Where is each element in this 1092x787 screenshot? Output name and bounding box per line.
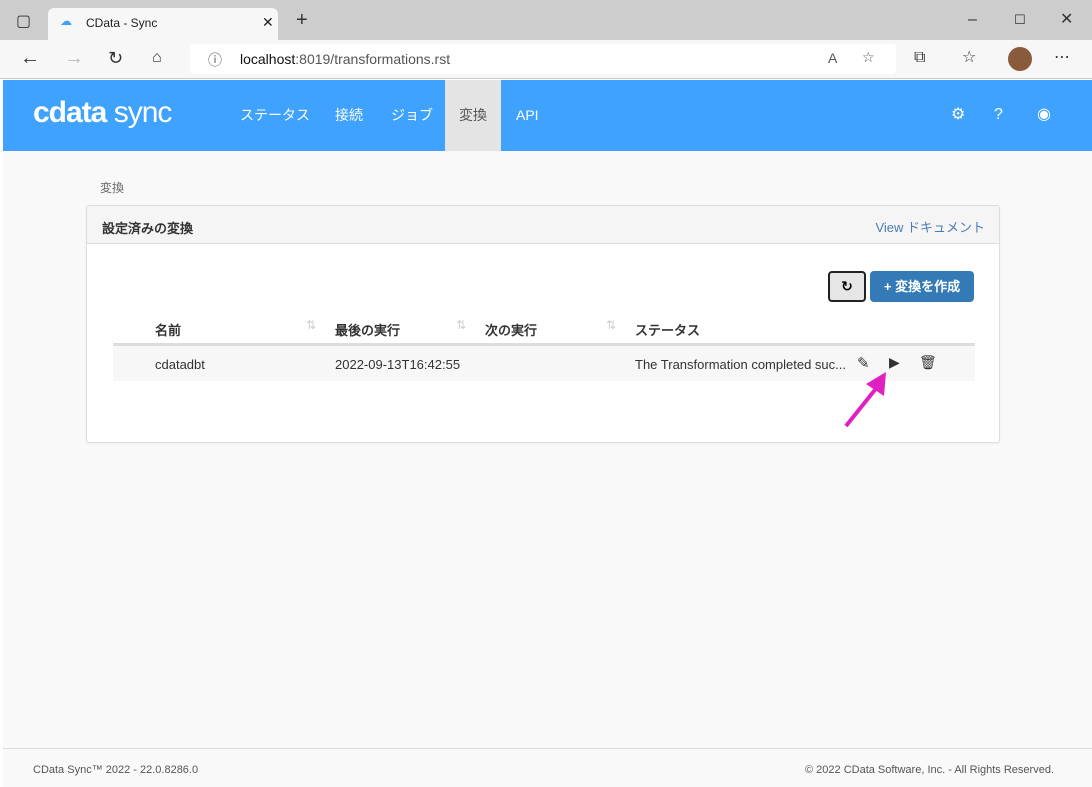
column-header-status[interactable]: ステータス <box>635 320 700 339</box>
profile-avatar[interactable] <box>1008 47 1032 71</box>
delete-trash-icon[interactable]: 🗑 <box>919 354 937 371</box>
cell-name: cdatadbt <box>155 357 205 372</box>
create-transformation-button[interactable]: + 変換を作成 <box>870 271 974 302</box>
refresh-button[interactable]: ↻ <box>828 271 866 302</box>
browser-tab-bar: ▢ ☁ CData - Sync ✕ + – ☐ ✕ <box>0 0 1092 40</box>
new-tab-icon[interactable]: + <box>296 10 308 30</box>
nav-jobs[interactable]: ジョブ <box>377 80 447 151</box>
cloud-favicon-icon: ☁ <box>60 14 72 28</box>
back-icon[interactable]: ← <box>20 48 40 68</box>
close-tab-icon[interactable]: ✕ <box>262 14 274 31</box>
nav-status[interactable]: ステータス <box>226 80 324 151</box>
more-menu-icon[interactable]: ⋯ <box>1054 48 1070 68</box>
cell-status: The Transformation completed suc... <box>635 357 845 372</box>
url-path: :8019/transformations.rst <box>295 51 451 67</box>
refresh-icon[interactable]: ↻ <box>108 48 123 68</box>
nav-api[interactable]: API <box>502 80 553 151</box>
help-icon[interactable]: ? <box>994 105 1003 125</box>
tab-actions-icon[interactable]: ▢ <box>16 12 31 32</box>
cell-last-run: 2022-09-13T16:42:55 <box>335 357 461 372</box>
favorites-icon[interactable]: ☆ <box>962 48 976 68</box>
column-header-name[interactable]: 名前 <box>155 320 181 339</box>
panel-header: 設定済みの変換 View ドキュメント <box>87 206 999 244</box>
tab-title: CData - Sync <box>86 16 158 30</box>
url-host: localhost <box>240 51 296 67</box>
cdata-sync-logo[interactable]: cdata sync <box>33 96 172 130</box>
footer-copyright: © 2022 CData Software, Inc. - All Rights… <box>805 764 1054 776</box>
column-header-next-run[interactable]: 次の実行 <box>485 320 537 339</box>
settings-gear-icon[interactable]: ⚙ <box>951 105 965 125</box>
read-aloud-icon[interactable]: A <box>828 50 837 66</box>
panel-title: 設定済みの変換 <box>102 221 194 236</box>
sort-icon[interactable]: ⇅ <box>606 318 616 332</box>
refresh-icon: ↻ <box>841 278 853 294</box>
footer: CData Sync™ 2022 - 22.0.8286.0 © 2022 CD… <box>3 748 1092 787</box>
user-icon[interactable]: ◉ <box>1037 105 1051 125</box>
info-icon: ⓘ <box>208 52 222 68</box>
home-icon[interactable]: ⌂ <box>152 48 162 68</box>
column-header-last-run[interactable]: 最後の実行 <box>335 320 400 339</box>
annotation-arrow <box>844 372 886 428</box>
footer-version: CData Sync™ 2022 - 22.0.8286.0 <box>33 764 199 776</box>
extensions-icon[interactable]: ⧉ <box>914 48 925 68</box>
forward-icon[interactable]: → <box>64 48 84 68</box>
minimize-icon[interactable]: – <box>968 10 977 30</box>
maximize-icon[interactable]: ☐ <box>1014 10 1026 30</box>
sort-icon[interactable]: ⇅ <box>456 318 466 332</box>
breadcrumb: 変換 <box>100 181 125 195</box>
nav-transformations[interactable]: 変換 <box>445 80 501 151</box>
nav-connections[interactable]: 接続 <box>321 80 377 151</box>
close-window-icon[interactable]: ✕ <box>1060 10 1073 30</box>
browser-tab[interactable]: ☁ CData - Sync ✕ <box>48 8 278 40</box>
address-bar[interactable]: ⓘ localhost:8019/transformations.rst A ☆ <box>190 44 896 74</box>
sort-icon[interactable]: ⇅ <box>306 318 316 332</box>
view-docs-link[interactable]: View ドキュメント <box>875 217 985 236</box>
add-favorite-icon[interactable]: ☆ <box>862 49 875 66</box>
